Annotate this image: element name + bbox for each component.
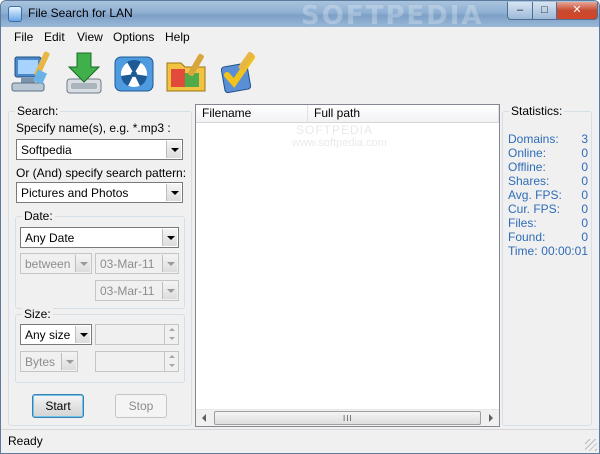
chevron-down-icon[interactable] [162,255,177,272]
status-bar: Ready [1,429,599,453]
chevron-down-icon[interactable] [166,184,181,201]
status-text: Ready [8,434,43,448]
stat-cur-fps-label: Cur. FPS: [508,202,561,216]
spin-arrows-icon[interactable] [164,352,178,371]
minimize-button[interactable]: – [507,2,533,20]
radiation-icon[interactable] [111,49,157,97]
stat-avg-fps-value: 0 [581,188,588,202]
stat-shares-label: Shares: [508,174,550,188]
stat-found-label: Found: [508,230,546,244]
watermark-text: SOFTPEDIA [296,123,374,137]
pattern-label: Or (And) specify search pattern: [16,166,187,180]
menu-help[interactable]: Help [165,30,190,44]
stat-time-label: Time: [508,244,538,258]
results-list[interactable]: Filename Full path SOFTPEDIA www.softped… [195,104,500,427]
date-range-value: between [25,257,71,271]
main-window: File Search for LAN SOFTPEDIA – □ ✕ File… [0,0,600,454]
name-combobox-value: Softpedia [21,143,72,157]
scroll-left-icon[interactable] [196,410,213,426]
chevron-down-icon[interactable] [166,141,181,158]
start-button[interactable]: Start [32,394,84,418]
spin-arrows-icon[interactable] [164,325,178,344]
date-combobox-value: Any Date [25,231,75,245]
column-full-path[interactable]: Full path [308,105,499,123]
search-group-label: Search: [15,104,61,118]
size-unit-value: Bytes [25,355,56,369]
watermark-url: www.softpedia.com [292,137,387,149]
stop-button[interactable]: Stop [115,394,167,418]
date-combobox[interactable]: Any Date [20,227,179,248]
toolbar [1,47,599,101]
stat-time-value: 00:00:01 [541,244,588,258]
stat-online-label: Online: [508,146,547,160]
stat-offline-value: 0 [581,160,588,174]
menu-view[interactable]: View [77,30,103,44]
size-combobox-value: Any size [25,328,71,342]
app-icon [8,6,22,22]
resize-grip-icon[interactable] [585,439,597,451]
folder-edit-icon[interactable] [163,49,209,97]
stat-avg-fps-label: Avg. FPS: [508,188,562,202]
maximize-button[interactable]: □ [532,2,557,20]
stat-domains-label: Domains: [508,132,559,146]
to-date-value: 03-Mar-11 [100,284,155,298]
stat-found-value: 0 [581,230,588,244]
size-unit-combobox[interactable]: Bytes [20,351,78,372]
from-date-picker[interactable]: 03-Mar-11 [95,253,179,274]
stat-files-value: 0 [581,216,588,230]
scroll-grip: III [343,414,353,423]
chevron-down-icon[interactable] [75,326,90,343]
horizontal-scrollbar[interactable]: III [196,409,499,426]
window-title: File Search for LAN [28,6,133,20]
name-combobox[interactable]: Softpedia [16,139,183,160]
pattern-combobox-value: Pictures and Photos [21,186,129,200]
date-group-label: Date: [22,209,55,223]
stat-offline-label: Offline: [508,160,546,174]
stat-online-value: 0 [581,146,588,160]
title-bar[interactable]: File Search for LAN SOFTPEDIA – □ ✕ [1,1,599,31]
scroll-right-icon[interactable] [482,410,499,426]
date-range-combobox[interactable]: between [20,253,92,274]
menu-bar: File Edit View Options Help [1,27,599,47]
name-label: Specify name(s), e.g. *.mp3 : [16,121,171,135]
stat-files-label: Files: [508,216,537,230]
to-date-picker[interactable]: 03-Mar-11 [95,280,179,301]
menu-edit[interactable]: Edit [44,30,65,44]
results-header: Filename Full path [196,105,499,123]
chevron-down-icon[interactable] [162,282,177,299]
download-arrow-icon[interactable] [61,49,107,97]
statistics-panel: Domains: 3 Online: 0 Offline: 0 Shares: … [502,104,592,427]
scroll-thumb[interactable]: III [214,411,481,425]
size-max-stepper[interactable] [95,351,179,372]
pattern-combobox[interactable]: Pictures and Photos [16,182,183,203]
chevron-down-icon[interactable] [162,229,177,246]
menu-file[interactable]: File [14,30,33,44]
computer-brush-icon[interactable] [9,49,55,97]
size-combobox[interactable]: Any size [20,324,92,345]
stat-domains-value: 3 [581,132,588,146]
column-filename[interactable]: Filename [196,105,308,123]
chevron-down-icon[interactable] [75,255,90,272]
close-button[interactable]: ✕ [556,2,598,20]
stat-cur-fps-value: 0 [581,202,588,216]
chevron-down-icon[interactable] [61,353,76,370]
size-group-label: Size: [22,307,53,321]
menu-options[interactable]: Options [113,30,154,44]
checkmark-brush-icon[interactable] [215,49,261,97]
stat-shares-value: 0 [581,174,588,188]
size-stepper[interactable] [95,324,179,345]
from-date-value: 03-Mar-11 [100,257,155,271]
